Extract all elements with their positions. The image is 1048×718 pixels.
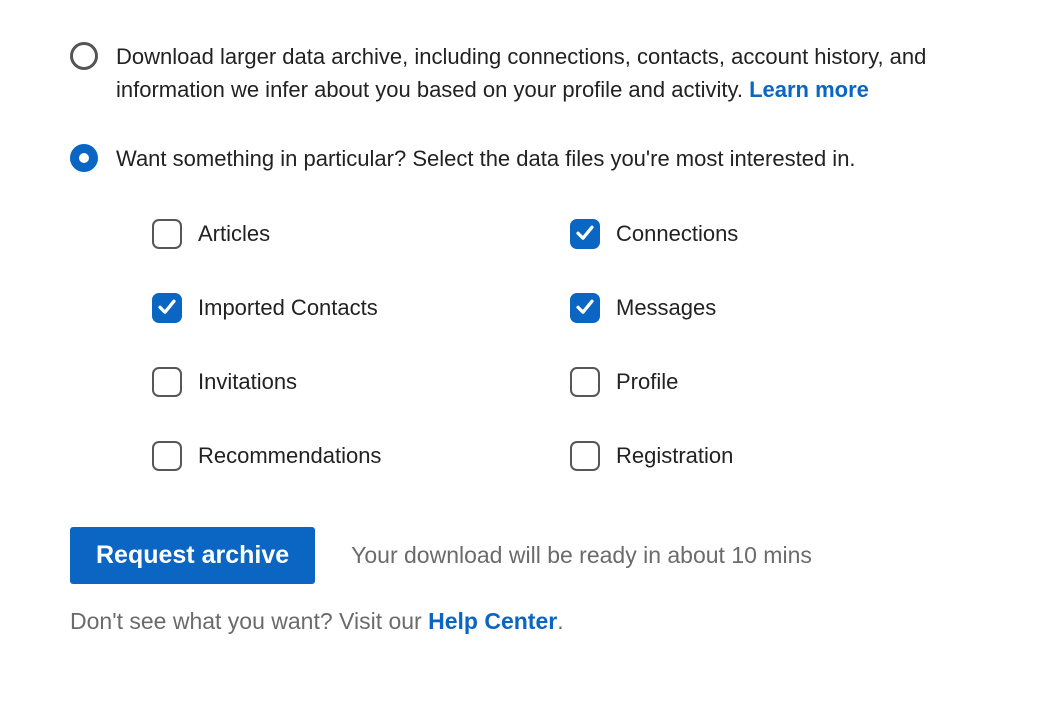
help-suffix-text: . <box>557 608 563 634</box>
radio-icon[interactable] <box>70 144 98 172</box>
checkbox-icon[interactable] <box>152 293 182 323</box>
help-row: Don't see what you want? Visit our Help … <box>70 608 978 635</box>
checkbox-label: Connections <box>616 221 738 247</box>
checkbox-icon[interactable] <box>570 293 600 323</box>
checkbox-icon[interactable] <box>570 219 600 249</box>
download-data-form: Download larger data archive, including … <box>0 0 1048 675</box>
data-files-checkbox-grid: Articles Connections Imported Contacts M… <box>152 219 948 471</box>
radio-label: Download larger data archive, including … <box>116 40 978 106</box>
help-prefix-text: Don't see what you want? Visit our <box>70 608 428 634</box>
radio-icon[interactable] <box>70 42 98 70</box>
checkbox-label: Profile <box>616 369 678 395</box>
checkbox-icon[interactable] <box>152 441 182 471</box>
help-center-link[interactable]: Help Center <box>428 608 557 634</box>
learn-more-link[interactable]: Learn more <box>749 77 869 102</box>
checkbox-option-recommendations[interactable]: Recommendations <box>152 441 530 471</box>
checkbox-label: Registration <box>616 443 733 469</box>
checkbox-icon[interactable] <box>152 219 182 249</box>
checkbox-option-imported-contacts[interactable]: Imported Contacts <box>152 293 530 323</box>
checkbox-icon[interactable] <box>152 367 182 397</box>
checkbox-option-profile[interactable]: Profile <box>570 367 948 397</box>
checkbox-option-connections[interactable]: Connections <box>570 219 948 249</box>
checkbox-label: Invitations <box>198 369 297 395</box>
download-status-text: Your download will be ready in about 10 … <box>351 542 812 569</box>
request-archive-button[interactable]: Request archive <box>70 527 315 584</box>
checkbox-icon[interactable] <box>570 441 600 471</box>
radio-label: Want something in particular? Select the… <box>116 142 856 175</box>
radio-option-specific-files[interactable]: Want something in particular? Select the… <box>70 142 978 175</box>
radio-label-text: Want something in particular? Select the… <box>116 146 856 171</box>
checkbox-option-messages[interactable]: Messages <box>570 293 948 323</box>
checkbox-label: Recommendations <box>198 443 381 469</box>
checkbox-option-articles[interactable]: Articles <box>152 219 530 249</box>
action-row: Request archive Your download will be re… <box>70 527 978 584</box>
radio-option-larger-archive[interactable]: Download larger data archive, including … <box>70 40 978 106</box>
checkbox-label: Messages <box>616 295 716 321</box>
checkbox-option-invitations[interactable]: Invitations <box>152 367 530 397</box>
checkbox-option-registration[interactable]: Registration <box>570 441 948 471</box>
checkbox-icon[interactable] <box>570 367 600 397</box>
checkbox-label: Imported Contacts <box>198 295 378 321</box>
checkbox-label: Articles <box>198 221 270 247</box>
